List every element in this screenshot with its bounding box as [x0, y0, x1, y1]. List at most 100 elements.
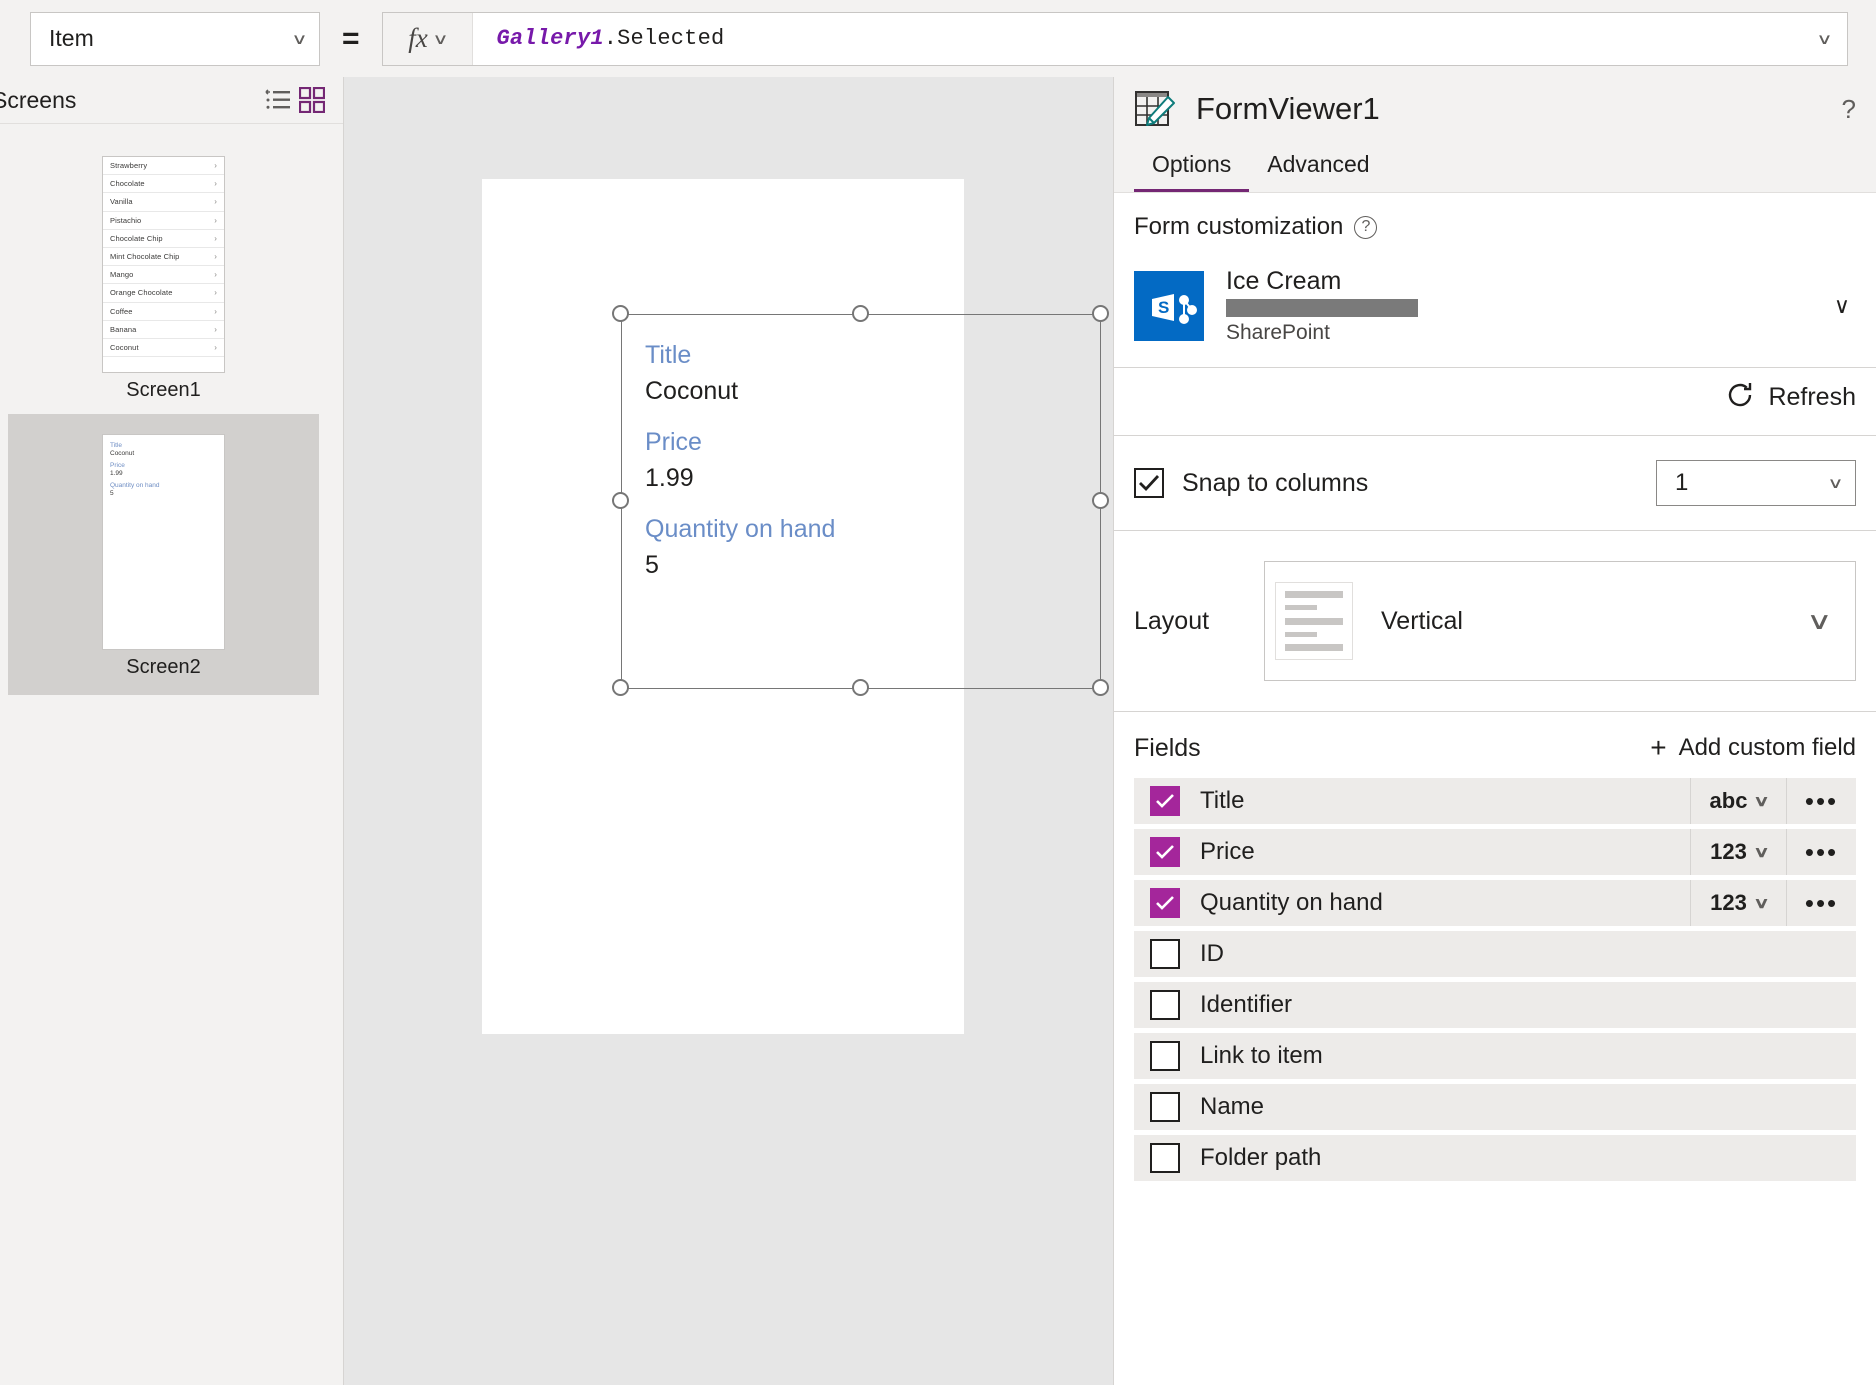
- gallery-thumb-item: Vanilla ›: [103, 193, 224, 212]
- property-selector[interactable]: Item ∨: [30, 11, 320, 66]
- field-checkbox[interactable]: [1150, 786, 1180, 816]
- chevron-right-icon: ›: [214, 306, 217, 316]
- gallery-thumb-item: Strawberry ›: [103, 157, 224, 176]
- resize-handle-top-left[interactable]: [612, 305, 629, 322]
- field-checkbox[interactable]: [1150, 939, 1180, 969]
- formula-rest: .Selected: [603, 26, 725, 51]
- field-checkbox[interactable]: [1150, 1041, 1180, 1071]
- field-row[interactable]: Link to item: [1134, 1033, 1856, 1079]
- formula-input[interactable]: Gallery1 .Selected: [473, 13, 1801, 65]
- data-source-account-redacted: [1226, 299, 1418, 317]
- gallery-thumb-item-label: Pistachio: [110, 215, 142, 225]
- form-thumb-label: Title: [110, 442, 123, 449]
- resize-handle-bottom-right[interactable]: [1092, 679, 1109, 696]
- chevron-right-icon: ›: [214, 197, 217, 207]
- add-custom-field-button[interactable]: + Add custom field: [1650, 732, 1856, 764]
- plus-icon: +: [1650, 732, 1667, 763]
- chevron-right-icon: ›: [214, 342, 217, 352]
- field-row[interactable]: Folder path: [1134, 1135, 1856, 1181]
- chevron-right-icon: ›: [214, 270, 217, 280]
- field-more-options-button[interactable]: •••: [1786, 829, 1856, 875]
- tree-view-icon[interactable]: [261, 83, 295, 117]
- field-row[interactable]: Identifier: [1134, 982, 1856, 1028]
- help-icon[interactable]: ?: [1842, 94, 1856, 125]
- gallery-thumb-item-label: Vanilla: [110, 197, 133, 207]
- gallery-thumb-item: Pistachio ›: [103, 212, 224, 230]
- form-customization-label: Form customization: [1134, 213, 1344, 240]
- gallery-thumb-item-label: Banana: [110, 324, 137, 334]
- screen-surface[interactable]: Title Coconut Price 1.99 Quantity on hand 5: [482, 179, 1109, 1034]
- add-custom-field-label: Add custom field: [1678, 734, 1856, 761]
- properties-panel-header: FormViewer1 ?: [1114, 77, 1876, 141]
- layout-select[interactable]: Vertical ∨: [1264, 561, 1856, 681]
- chevron-down-icon: ∨: [432, 30, 449, 48]
- tab-options[interactable]: Options: [1134, 151, 1250, 192]
- properties-panel: FormViewer1 ? Options Advanced Form cust…: [1113, 77, 1876, 1385]
- screen1-label: Screen1: [126, 379, 201, 401]
- form-table-pencil-icon: [1134, 87, 1178, 131]
- fields-section-header: Fields + Add custom field: [1114, 712, 1876, 778]
- gallery-thumb-item-label: Chocolate Chip: [110, 233, 163, 243]
- tab-advanced[interactable]: Advanced: [1249, 151, 1387, 192]
- field-type-select[interactable]: 123 ∨: [1690, 829, 1786, 875]
- field-more-options-button[interactable]: •••: [1786, 880, 1856, 926]
- help-icon[interactable]: ?: [1354, 215, 1378, 239]
- field-checkbox[interactable]: [1150, 990, 1180, 1020]
- field-row[interactable]: ID: [1134, 931, 1856, 977]
- field-name: ID: [1200, 940, 1224, 967]
- field-more-options-button[interactable]: •••: [1786, 778, 1856, 824]
- formula-bar: Item ∨ = fx ∨ Gallery1 .Selected ∨: [0, 0, 1876, 77]
- screen-thumbnail-screen2[interactable]: Title Coconut Price 1.99 Quantity on hand 5 S…: [8, 414, 319, 695]
- fx-icon: fx: [408, 23, 428, 53]
- field-type-select[interactable]: 123 ∨: [1690, 880, 1786, 926]
- gallery-thumb-item: Mint Chocolate Chip ›: [103, 248, 224, 267]
- chevron-right-icon: ›: [214, 161, 217, 171]
- field-type-label: abc: [1709, 788, 1748, 813]
- resize-handle-middle-right[interactable]: [1092, 492, 1109, 509]
- snap-to-columns-checkbox[interactable]: [1134, 468, 1164, 498]
- data-source-text: Ice Cream SharePoint: [1226, 267, 1834, 345]
- chevron-down-icon: ∨: [1753, 895, 1770, 912]
- field-checkbox[interactable]: [1150, 888, 1180, 918]
- screen-thumbnail-list: Strawberry › Chocolate › Vanilla › Pistachio › C…: [0, 124, 344, 1385]
- gallery-thumb-item: Mango ›: [103, 266, 224, 285]
- chevron-down-icon: ∨: [1753, 793, 1771, 810]
- resize-handle-top-right[interactable]: [1092, 305, 1109, 322]
- field-name: Name: [1200, 1093, 1265, 1120]
- form-customization-heading: Form customization ?: [1134, 213, 1856, 241]
- formula-input-wrap: fx ∨ Gallery1 .Selected ∨: [381, 11, 1848, 66]
- refresh-row[interactable]: Refresh: [1114, 368, 1876, 436]
- field-checkbox[interactable]: [1150, 1143, 1180, 1173]
- layout-label: Layout: [1134, 606, 1210, 635]
- screen1-preview: Strawberry › Chocolate › Vanilla › Pistachio › C…: [102, 156, 225, 373]
- field-row[interactable]: Quantity on hand 123 ∨ •••: [1134, 880, 1856, 926]
- field-row[interactable]: Name: [1134, 1084, 1856, 1130]
- app-canvas: Title Coconut Price 1.99 Quantity on hand 5: [344, 77, 1113, 1385]
- field-checkbox[interactable]: [1150, 1092, 1180, 1122]
- field-checkbox[interactable]: [1150, 837, 1180, 867]
- form-thumb-value: 1.99: [110, 470, 123, 477]
- chevron-down-icon: ∨: [1806, 607, 1833, 635]
- resize-handle-bottom-left[interactable]: [612, 679, 629, 696]
- refresh-label: Refresh: [1768, 383, 1856, 411]
- gallery-thumb-item: Chocolate ›: [103, 175, 224, 194]
- chevron-down-icon[interactable]: ∨: [1834, 293, 1856, 319]
- resize-handle-top-center[interactable]: [852, 305, 869, 322]
- resize-handle-bottom-center[interactable]: [852, 679, 869, 696]
- columns-count-select[interactable]: 1 ∨: [1656, 460, 1856, 506]
- field-row[interactable]: Price 123 ∨ •••: [1134, 829, 1856, 875]
- fx-button[interactable]: fx ∨: [382, 12, 473, 65]
- formula-identifier: Gallery1: [496, 26, 604, 51]
- grid-view-icon[interactable]: [295, 83, 329, 117]
- field-row[interactable]: Title abc ∨ •••: [1134, 778, 1856, 824]
- form-viewer-control[interactable]: Title Coconut Price 1.99 Quantity on hand 5: [612, 305, 1109, 696]
- field-type-select[interactable]: abc ∨: [1690, 778, 1786, 824]
- chevron-right-icon: ›: [214, 233, 217, 243]
- field-name: Quantity on hand: [1200, 889, 1383, 916]
- screen-thumbnail-screen1[interactable]: Strawberry › Chocolate › Vanilla › Pistachio › C…: [8, 156, 319, 412]
- gallery-thumb-item: Coconut ›: [103, 339, 224, 358]
- resize-handle-middle-left[interactable]: [612, 492, 629, 509]
- formula-expand-button[interactable]: ∨: [1801, 13, 1847, 65]
- screens-panel-title: Screens: [0, 86, 77, 113]
- data-source-row[interactable]: S Ice Cream SharePoint ∨: [1134, 267, 1856, 345]
